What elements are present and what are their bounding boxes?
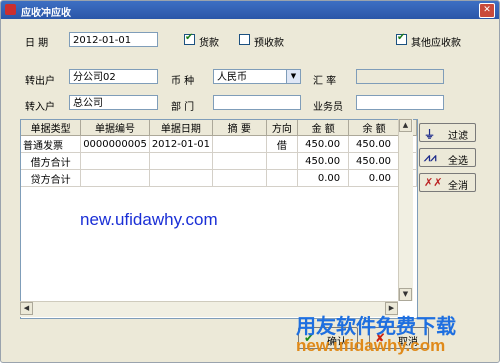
brand-watermark: 用友软件免费下载: [296, 316, 456, 338]
table-row[interactable]: 贷方合计 0.00 0.00: [21, 169, 417, 187]
col-header[interactable]: 方向: [266, 120, 299, 136]
center-watermark: new.ufidawhy.com: [80, 210, 218, 229]
cell: [266, 152, 299, 170]
cell: [149, 152, 213, 170]
check-icon: ✔: [185, 32, 194, 43]
table-row[interactable]: 普通发票 0000000005 2012-01-01 借 450.00 450.…: [21, 135, 417, 153]
select-all-label: 全选: [448, 156, 468, 167]
cell: 450.00: [348, 152, 401, 170]
department-label: 部 门: [171, 102, 195, 113]
transfer-out-label: 转出户: [25, 76, 55, 87]
select-all-icon: ⩘⩘: [424, 151, 437, 164]
app-icon: [5, 4, 16, 15]
cell[interactable]: 普通发票: [21, 135, 82, 153]
grid-header-row: 单据类型 单据编号 单据日期 摘 要 方向 金 额 余 额 3: [21, 120, 417, 136]
currency-select[interactable]: 人民币 ▼: [213, 69, 301, 84]
payment-label: 货款: [199, 38, 219, 49]
col-header[interactable]: 摘 要: [212, 120, 267, 136]
cell: [212, 152, 267, 170]
department-field[interactable]: [213, 95, 301, 110]
transfer-out-field[interactable]: 分公司02: [69, 69, 158, 84]
prepay-checkbox[interactable]: [239, 34, 250, 45]
cell: 贷方合计: [21, 169, 82, 187]
currency-value: 人民币: [217, 72, 247, 83]
cell: [266, 169, 299, 187]
chevron-down-icon[interactable]: ▼: [286, 70, 300, 83]
clear-all-icon: ✗✗: [424, 176, 443, 189]
prepay-label: 预收款: [254, 38, 284, 49]
cell: 0.00: [348, 169, 401, 187]
scroll-up-icon[interactable]: ▲: [399, 119, 412, 132]
cell: 0.00: [297, 169, 350, 187]
col-header[interactable]: 金 额: [297, 120, 350, 136]
col-header[interactable]: 单据日期: [149, 120, 213, 136]
cell[interactable]: 450.00: [297, 135, 350, 153]
filter-icon: ⏚: [424, 128, 435, 141]
payment-checkbox[interactable]: ✔: [184, 32, 195, 45]
table-row[interactable]: 借方合计 450.00 450.00: [21, 152, 417, 170]
scroll-left-icon[interactable]: ◀: [20, 302, 33, 315]
dialog-window: 应收冲应收 ✕ 日 期 2012-01-01 ✔ 货款 预收款 ✔ 其他应收款 …: [0, 0, 500, 363]
filter-button[interactable]: ⏚ 过滤: [419, 123, 476, 142]
currency-label: 币 种: [171, 76, 195, 87]
date-label: 日 期: [25, 38, 49, 49]
cell: [212, 169, 267, 187]
cell: [80, 152, 150, 170]
rate-field[interactable]: [356, 69, 444, 84]
title-bar[interactable]: 应收冲应收 ✕: [1, 1, 499, 19]
transfer-in-field[interactable]: 总公司: [69, 95, 158, 110]
filter-label: 过滤: [448, 131, 468, 142]
col-header[interactable]: 单据编号: [80, 120, 150, 136]
other-receivable-checkbox[interactable]: ✔: [396, 32, 407, 45]
cell[interactable]: [212, 135, 267, 153]
salesperson-label: 业务员: [313, 102, 343, 113]
transfer-in-label: 转入户: [25, 102, 55, 113]
cell: [80, 169, 150, 187]
cell: 借方合计: [21, 152, 82, 170]
other-receivable-label: 其他应收款: [411, 38, 461, 49]
cell[interactable]: 2012-01-01: [149, 135, 213, 153]
cell: [149, 169, 213, 187]
cell[interactable]: 借: [266, 135, 299, 153]
check-icon: ✔: [397, 32, 406, 43]
cell[interactable]: 0000000005: [80, 135, 150, 153]
select-all-button[interactable]: ⩘⩘ 全选: [419, 148, 476, 167]
salesperson-field[interactable]: [356, 95, 444, 110]
rate-label: 汇 率: [313, 76, 337, 87]
date-field[interactable]: 2012-01-01: [69, 32, 158, 47]
cell: 450.00: [297, 152, 350, 170]
close-button[interactable]: ✕: [479, 3, 495, 18]
col-header[interactable]: 余 额: [348, 120, 401, 136]
cell[interactable]: 450.00: [348, 135, 401, 153]
clear-all-label: 全消: [448, 181, 468, 192]
window-title: 应收冲应收: [21, 8, 71, 19]
clear-all-button[interactable]: ✗✗ 全消: [419, 173, 476, 192]
col-header[interactable]: 单据类型: [21, 120, 82, 136]
vertical-scrollbar[interactable]: ▲ ▼: [398, 119, 413, 301]
scroll-down-icon[interactable]: ▼: [399, 288, 412, 301]
url-watermark: new.ufidawhy.com: [296, 336, 446, 355]
